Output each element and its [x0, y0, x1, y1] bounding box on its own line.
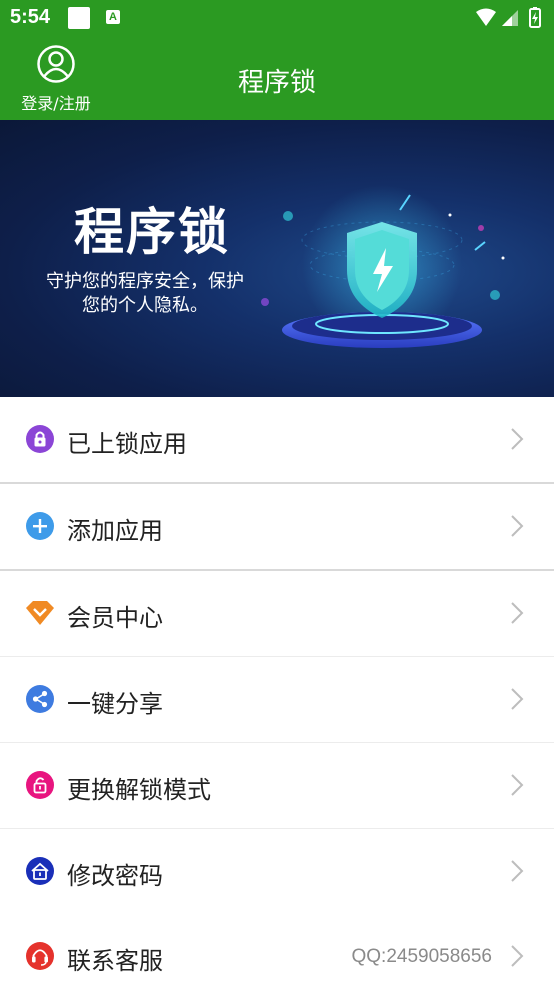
diamond-icon [26, 601, 54, 625]
password-lock-icon [26, 857, 54, 885]
chevron-right-icon [511, 945, 524, 967]
headset-icon [26, 942, 54, 970]
menu-item-change-password[interactable]: 修改密码 [0, 829, 554, 914]
menu-item-change-unlock-mode[interactable]: 更换解锁模式 [0, 743, 554, 829]
banner-subtitle: 守护您的程序安全，保护您的个人隐私。 [46, 271, 244, 316]
chevron-right-icon [511, 602, 524, 624]
lock-icon [26, 425, 54, 453]
wifi-signal-battery-icon [476, 7, 541, 28]
menu-item-add-app[interactable]: 添加应用 [0, 484, 554, 571]
menu-list: 已上锁应用 添加应用 会员中心 一键分享 更换解锁模式 修改密码 联系客服 QQ… [0, 397, 554, 999]
menu-item-locked-apps[interactable]: 已上锁应用 [0, 397, 554, 484]
unlock-icon [26, 771, 54, 799]
chevron-right-icon [511, 860, 524, 882]
page-title: 程序锁 [237, 68, 316, 98]
menu-item-label: 更换解锁模式 [67, 776, 211, 804]
support-qq-number: QQ:2459058656 [351, 946, 492, 967]
menu-item-label: 联系客服 [67, 947, 163, 975]
app-notification-icon: A [106, 10, 120, 24]
chevron-right-icon [511, 774, 524, 796]
menu-item-label: 修改密码 [67, 862, 163, 890]
menu-item-member-center[interactable]: 会员中心 [0, 571, 554, 657]
status-bar: 5:54 A [0, 0, 554, 36]
chevron-right-icon [511, 428, 524, 450]
share-icon [26, 685, 54, 713]
banner-title: 程序锁 [74, 203, 230, 261]
banner: 程序锁 守护您的程序安全，保护您的个人隐私。 [0, 120, 554, 397]
menu-item-contact-support[interactable]: 联系客服 QQ:2459058656 [0, 914, 554, 999]
chevron-right-icon [511, 688, 524, 710]
menu-item-share[interactable]: 一键分享 [0, 657, 554, 743]
shield-illustration [261, 185, 505, 348]
menu-item-label: 一键分享 [67, 690, 163, 718]
add-icon [26, 512, 54, 540]
chevron-right-icon [511, 515, 524, 537]
menu-item-label: 会员中心 [67, 604, 163, 632]
menu-item-label: 已上锁应用 [67, 430, 187, 458]
notification-icon [68, 7, 90, 29]
app-bar: 登录/注册 程序锁 [0, 36, 554, 120]
menu-item-label: 添加应用 [67, 517, 163, 545]
status-time: 5:54 [10, 6, 51, 28]
status-icons [474, 7, 546, 33]
